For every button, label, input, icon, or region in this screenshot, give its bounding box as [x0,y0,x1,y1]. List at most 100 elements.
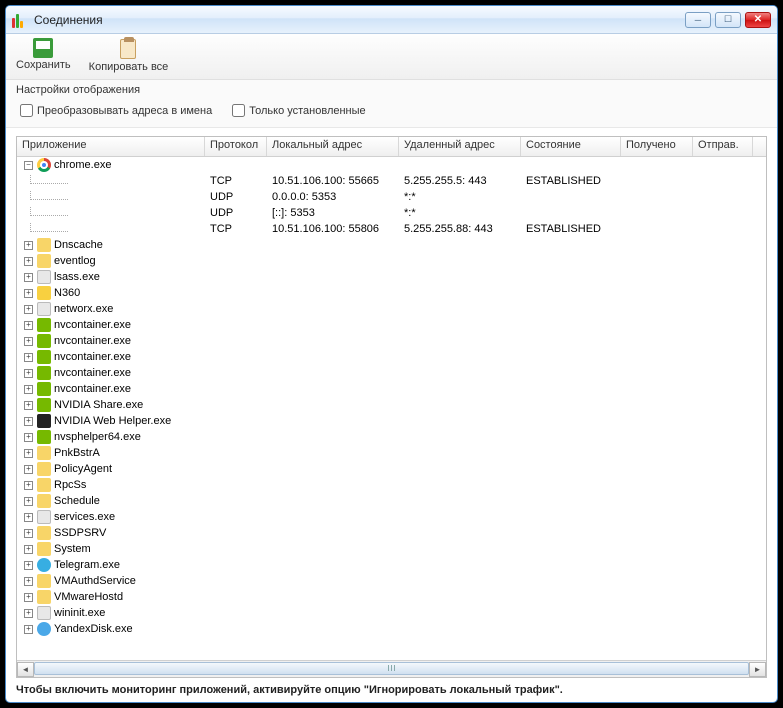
table-row[interactable]: + NVIDIA Share.exe [17,397,766,413]
table-row[interactable]: + VMwareHostd [17,589,766,605]
expand-icon[interactable]: + [24,465,33,474]
resolve-addresses-input[interactable] [20,104,33,117]
table-row[interactable]: + nvsphelper64.exe [17,429,766,445]
minimize-button[interactable]: ─ [685,12,711,28]
connection-row[interactable]: TCP 10.51.106.100: 55665 5.255.255.5: 44… [17,173,766,189]
proto-cell: TCP [205,175,267,187]
folder-icon [37,494,51,508]
scroll-track[interactable] [34,662,749,677]
table-row[interactable]: + Telegram.exe [17,557,766,573]
expand-icon[interactable]: + [24,289,33,298]
collapse-icon[interactable]: − [24,161,33,170]
expand-icon[interactable]: + [24,593,33,602]
table-row[interactable]: + PnkBstrA [17,445,766,461]
table-row[interactable]: + eventlog [17,253,766,269]
col-local[interactable]: Локальный адрес [267,137,399,156]
expand-icon[interactable]: + [24,449,33,458]
table-row[interactable]: + nvcontainer.exe [17,333,766,349]
expand-icon[interactable]: + [24,385,33,394]
scroll-right-button[interactable]: ► [749,662,766,677]
telegram-icon [37,558,51,572]
expand-icon[interactable]: + [24,513,33,522]
nvidia-icon [37,430,51,444]
app-name: Telegram.exe [54,559,120,571]
horizontal-scrollbar[interactable]: ◄ ► [17,660,766,677]
col-remote[interactable]: Удаленный адрес [399,137,521,156]
table-row[interactable]: + VMAuthdService [17,573,766,589]
col-state[interactable]: Состояние [521,137,621,156]
table-row[interactable]: + Schedule [17,493,766,509]
col-app[interactable]: Приложение [17,137,205,156]
col-recv[interactable]: Получено [621,137,693,156]
folder-icon [37,590,51,604]
table-row[interactable]: + N360 [17,285,766,301]
app-name: RpcSs [54,479,86,491]
save-button[interactable]: Сохранить [16,38,71,79]
expand-icon[interactable]: + [24,625,33,634]
table-row[interactable]: + nvcontainer.exe [17,381,766,397]
app-name: lsass.exe [54,271,100,283]
expand-icon[interactable]: + [24,561,33,570]
titlebar[interactable]: Соединения ─ ☐ ✕ [6,6,777,34]
table-row[interactable]: + lsass.exe [17,269,766,285]
expand-icon[interactable]: + [24,401,33,410]
app-name: eventlog [54,255,96,267]
tree-line [30,175,68,184]
window-title: Соединения [34,13,685,27]
expand-icon[interactable]: + [24,481,33,490]
table-row[interactable]: + YandexDisk.exe [17,621,766,637]
connection-row[interactable]: TCP 10.51.106.100: 55806 5.255.255.88: 4… [17,221,766,237]
tree-line [30,191,68,200]
table-row[interactable]: + nvcontainer.exe [17,365,766,381]
table-row[interactable]: + nvcontainer.exe [17,349,766,365]
table-row[interactable]: + nvcontainer.exe [17,317,766,333]
expand-icon[interactable]: + [24,337,33,346]
connection-row[interactable]: UDP 0.0.0.0: 5353 *:* [17,189,766,205]
expand-icon[interactable]: + [24,577,33,586]
expand-icon[interactable]: + [24,257,33,266]
chrome-icon [37,158,51,172]
nvidia-icon [37,382,51,396]
table-row[interactable]: + PolicyAgent [17,461,766,477]
app-name: chrome.exe [54,159,111,171]
expand-icon[interactable]: + [24,609,33,618]
folder-icon [37,574,51,588]
table-row[interactable]: + RpcSs [17,477,766,493]
scroll-left-button[interactable]: ◄ [17,662,34,677]
col-sent[interactable]: Отправ. [693,137,753,156]
table-row[interactable]: + Dnscache [17,237,766,253]
expand-icon[interactable]: + [24,353,33,362]
expand-icon[interactable]: + [24,417,33,426]
only-established-label: Только установленные [249,105,365,117]
expand-icon[interactable]: + [24,273,33,282]
expand-icon[interactable]: + [24,545,33,554]
folder-icon [37,462,51,476]
table-row[interactable]: + services.exe [17,509,766,525]
table-row[interactable]: + wininit.exe [17,605,766,621]
table-row[interactable]: + SSDPSRV [17,525,766,541]
proto-cell: UDP [205,207,267,219]
scroll-thumb[interactable] [34,662,749,675]
copy-all-button[interactable]: Копировать все [89,38,169,79]
table-row[interactable]: + System [17,541,766,557]
table-row[interactable]: + NVIDIA Web Helper.exe [17,413,766,429]
expand-icon[interactable]: + [24,433,33,442]
remote-cell: *:* [399,207,521,219]
expand-icon[interactable]: + [24,529,33,538]
table-row[interactable]: − chrome.exe [17,157,766,173]
close-button[interactable]: ✕ [745,12,771,28]
expand-icon[interactable]: + [24,369,33,378]
only-established-input[interactable] [232,104,245,117]
expand-icon[interactable]: + [24,497,33,506]
maximize-button[interactable]: ☐ [715,12,741,28]
resolve-addresses-checkbox[interactable]: Преобразовывать адреса в имена [20,104,212,117]
table-body[interactable]: − chrome.exe TCP 10.51.106.100: 55665 5.… [17,157,766,660]
expand-icon[interactable]: + [24,321,33,330]
table-row[interactable]: + networx.exe [17,301,766,317]
expand-icon[interactable]: + [24,305,33,314]
only-established-checkbox[interactable]: Только установленные [232,104,365,117]
connection-row[interactable]: UDP [::]: 5353 *:* [17,205,766,221]
col-proto[interactable]: Протокол [205,137,267,156]
yandex-icon [37,622,51,636]
expand-icon[interactable]: + [24,241,33,250]
